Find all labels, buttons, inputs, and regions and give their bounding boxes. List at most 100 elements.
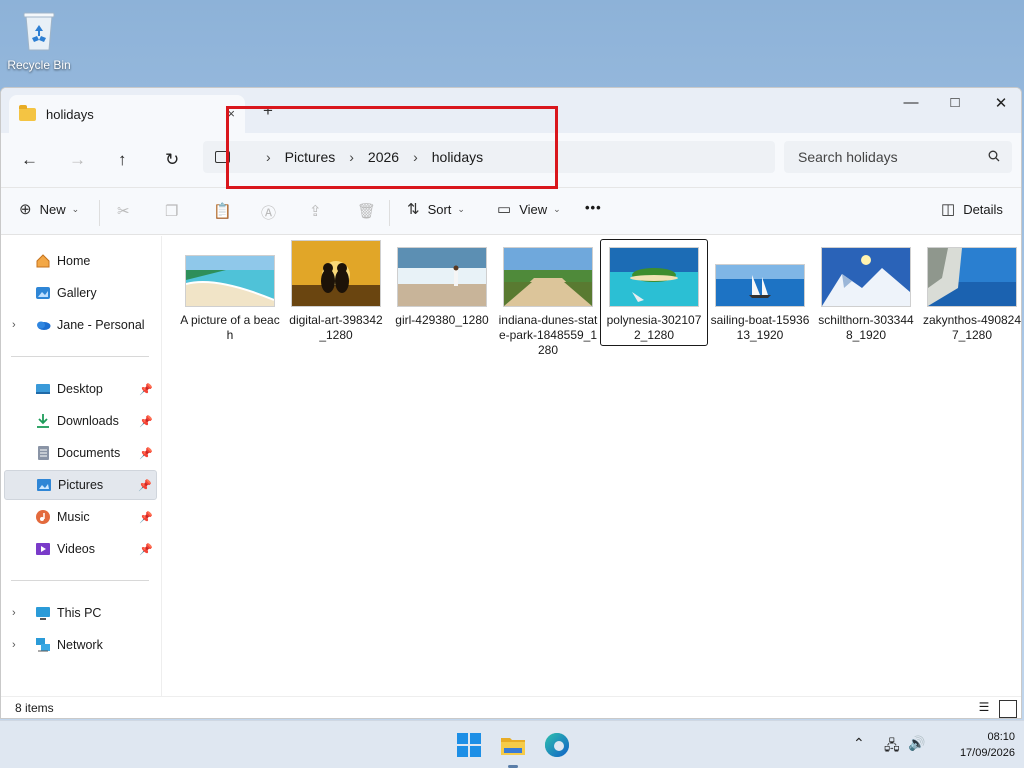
file-item[interactable]: schilthorn-3033448_1920: [813, 244, 919, 343]
address-bar[interactable]: › Pictures › 2026 › holidays: [203, 141, 775, 173]
sidebar-item-this-pc[interactable]: › This PC: [4, 598, 157, 628]
image-thumbnail: [715, 264, 805, 307]
back-button[interactable]: ←: [21, 150, 38, 170]
gallery-icon: [35, 285, 51, 301]
clock[interactable]: 08:10 17/09/2026: [935, 729, 1015, 761]
tab-close-button[interactable]: ×: [227, 106, 235, 121]
forward-button[interactable]: →: [69, 150, 86, 170]
divider: [11, 580, 149, 581]
tab-holidays[interactable]: holidays ×: [9, 95, 245, 133]
file-item[interactable]: A picture of a beach: [177, 244, 283, 343]
sidebar-item-label: This PC: [57, 606, 102, 620]
taskbar: ⌃ 🖧 🔊 08:10 17/09/2026: [0, 720, 1024, 768]
minimize-button[interactable]: —: [891, 94, 931, 114]
pictures-icon: [36, 477, 52, 493]
view-icon: ▭: [497, 201, 512, 218]
pin-icon[interactable]: 📌: [139, 543, 153, 556]
folder-icon: [19, 104, 36, 121]
network-status-icon[interactable]: 🖧: [884, 735, 900, 759]
refresh-button[interactable]: ↻: [165, 150, 179, 170]
sort-button[interactable]: ⇅ Sort ⌄: [407, 200, 465, 218]
home-icon: [35, 253, 51, 269]
pin-icon[interactable]: 📌: [138, 479, 152, 492]
breadcrumb-2026[interactable]: 2026: [368, 149, 399, 165]
close-window-button[interactable]: ✕: [981, 94, 1021, 114]
network-icon: [35, 637, 51, 653]
file-explorer-taskbar-icon[interactable]: [500, 732, 526, 758]
command-bar: ⊕ New ⌄ ✂ ❐ 📋 Ⓐ ⇪ 🗑 ⇅ Sort ⌄ ▭ View ⌄ ••…: [1, 187, 1021, 235]
details-view-icon[interactable]: ☰: [975, 700, 993, 718]
chevron-up-icon[interactable]: ⌃: [853, 735, 865, 752]
file-item[interactable]: girl-429380_1280: [389, 244, 495, 328]
sidebar-item-onedrive[interactable]: › Jane - Personal: [4, 310, 157, 340]
copy-icon[interactable]: ❐: [165, 202, 178, 220]
sidebar-item-documents[interactable]: Documents 📌: [4, 438, 157, 468]
chevron-right-icon[interactable]: ›: [12, 319, 16, 331]
chevron-down-icon: ⌄: [457, 203, 465, 214]
navigation-bar: ← → ↑ ↻ › Pictures › 2026 › holidays Sea…: [1, 133, 1021, 187]
start-button[interactable]: [456, 732, 482, 758]
breadcrumb-separator[interactable]: ›: [349, 149, 354, 165]
chevron-down-icon: ⌄: [71, 203, 80, 214]
sidebar-item-videos[interactable]: Videos 📌: [4, 534, 157, 564]
breadcrumb-holidays[interactable]: holidays: [432, 149, 483, 165]
divider: [11, 356, 149, 357]
up-button[interactable]: ↑: [118, 150, 127, 170]
volume-icon[interactable]: 🔊: [908, 735, 925, 752]
edge-browser-icon[interactable]: [544, 732, 570, 758]
pin-icon[interactable]: 📌: [139, 415, 153, 428]
status-bar: 8 items ☰: [1, 696, 1021, 718]
file-name: zakynthos-4908247_1280: [922, 313, 1022, 342]
large-icons-view-icon[interactable]: [999, 700, 1017, 718]
breadcrumb-separator[interactable]: ›: [266, 149, 271, 165]
sidebar-item-gallery[interactable]: Gallery: [4, 278, 157, 308]
file-item[interactable]: zakynthos-4908247_1280: [919, 244, 1022, 343]
sidebar-item-network[interactable]: › Network: [4, 630, 157, 660]
search-placeholder: Search holidays: [798, 149, 898, 165]
file-item[interactable]: indiana-dunes-state-park-1848559_1280: [495, 244, 601, 358]
chevron-right-icon[interactable]: ›: [12, 607, 16, 619]
view-button[interactable]: ▭ View ⌄: [497, 200, 561, 218]
videos-icon: [35, 541, 51, 557]
sidebar-item-pictures[interactable]: Pictures 📌: [4, 470, 157, 500]
sidebar-item-desktop[interactable]: Desktop 📌: [4, 374, 157, 404]
divider: [99, 200, 100, 226]
new-button[interactable]: ⊕ New ⌄: [19, 200, 79, 218]
plus-circle-icon: ⊕: [19, 201, 32, 218]
pin-icon[interactable]: 📌: [139, 383, 153, 396]
search-input[interactable]: Search holidays: [784, 141, 1012, 173]
pin-icon[interactable]: 📌: [139, 447, 153, 460]
recycle-bin-desktop-icon[interactable]: Recycle Bin: [6, 8, 72, 72]
rename-icon[interactable]: Ⓐ: [261, 202, 276, 223]
divider: [389, 200, 390, 226]
paste-icon[interactable]: 📋: [213, 202, 232, 220]
tab-title: holidays: [46, 106, 94, 122]
pin-icon[interactable]: 📌: [139, 511, 153, 524]
sidebar-item-label: Desktop: [57, 382, 103, 396]
sidebar-item-music[interactable]: Music 📌: [4, 502, 157, 532]
sidebar-item-downloads[interactable]: Downloads 📌: [4, 406, 157, 436]
new-tab-button[interactable]: +: [263, 101, 273, 121]
breadcrumb-separator[interactable]: ›: [413, 149, 418, 165]
file-item-selected[interactable]: polynesia-3021072_1280: [600, 239, 708, 346]
delete-icon[interactable]: 🗑: [357, 202, 376, 220]
search-icon: [988, 150, 1000, 165]
more-options-button[interactable]: •••: [585, 200, 602, 215]
recycle-bin-label: Recycle Bin: [7, 58, 71, 72]
details-button[interactable]: ◫ Details: [941, 200, 1003, 218]
sidebar-item-home[interactable]: Home: [4, 246, 157, 276]
downloads-icon: [35, 413, 51, 429]
share-icon[interactable]: ⇪: [309, 202, 322, 220]
maximize-button[interactable]: □: [935, 94, 975, 114]
chevron-down-icon: ⌄: [553, 203, 561, 214]
chevron-right-icon[interactable]: ›: [12, 639, 16, 651]
cut-icon[interactable]: ✂: [117, 202, 130, 220]
details-pane-icon: ◫: [941, 201, 956, 218]
item-count: 8 items: [15, 701, 54, 715]
breadcrumb-pictures[interactable]: Pictures: [285, 149, 336, 165]
file-item[interactable]: digital-art-398342_1280: [283, 240, 389, 343]
sidebar-item-label: Videos: [57, 542, 95, 556]
date: 17/09/2026: [959, 747, 1015, 759]
file-item[interactable]: sailing-boat-1593613_1920: [707, 244, 813, 343]
documents-icon: [35, 445, 51, 461]
